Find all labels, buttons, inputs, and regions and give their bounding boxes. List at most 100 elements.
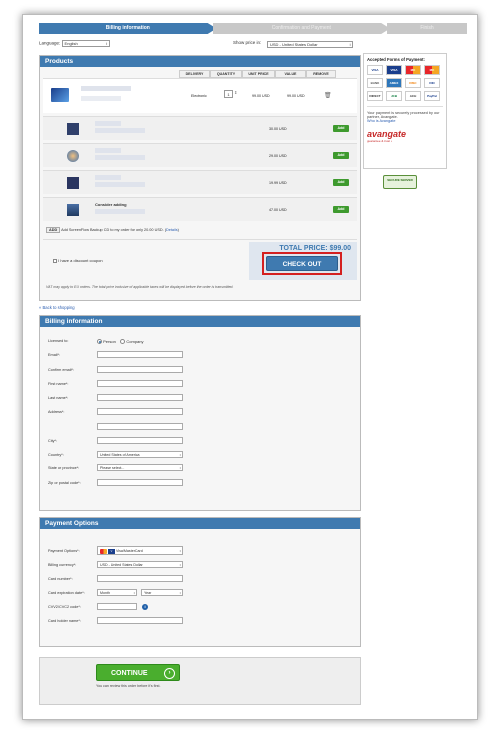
payment-options-label: Payment Options*: — [48, 549, 80, 553]
upsell-price: 47.00 USD — [269, 208, 287, 212]
trash-icon[interactable]: 🗑 — [324, 92, 332, 99]
backup-add-button[interactable]: ADD — [46, 227, 61, 233]
discover-icon: DISC — [405, 78, 421, 88]
product-delivery: Electronic — [191, 94, 207, 98]
product-name — [81, 86, 131, 91]
product-icon — [51, 88, 69, 102]
upsell-desc — [95, 209, 145, 214]
state-select[interactable]: Please select... — [97, 464, 183, 471]
products-section: Products DELIVERY QUANTITY UNIT PRICE VA… — [39, 55, 361, 301]
secure-server-seal: SECURE SERVER — [383, 175, 417, 189]
person-radio[interactable] — [97, 339, 102, 345]
payment-title: Payment Options — [40, 518, 360, 529]
who-is-avangate-link[interactable]: Who is Avangate — [367, 119, 443, 123]
upsell-desc — [95, 155, 145, 160]
bank-icon: BANK — [367, 78, 383, 88]
upsell-price: 29.00 USD — [269, 154, 287, 158]
seal-label: SECURE SERVER — [387, 178, 413, 182]
currency-select[interactable]: USD - United States Dollar — [267, 41, 353, 48]
jcb-icon: JCB — [386, 91, 402, 101]
accepted-payments-title: Accepted Forms of Payment: — [367, 57, 425, 62]
add-label: Add — [337, 153, 345, 157]
avangate-tagline: guarantee & trust • — [367, 139, 392, 143]
step-billing: Billing information — [39, 23, 217, 34]
checkout-page: Billing information Confirmation and Pay… — [22, 14, 478, 720]
checkout-highlight: CHECK OUT — [262, 252, 342, 275]
quantity-input[interactable]: 1 — [224, 90, 233, 98]
upsell-title — [95, 148, 121, 153]
vat-note: VAT may apply to EU orders. The total pr… — [46, 285, 234, 289]
address-label: Address*: — [48, 410, 65, 414]
checkout-button[interactable]: CHECK OUT — [266, 256, 338, 271]
add-button[interactable]: Add — [333, 125, 349, 132]
address-line2-field[interactable] — [97, 423, 183, 430]
discount-row: I have a discount coupon — [53, 258, 103, 263]
total-price: TOTAL PRICE: $99.00 — [279, 245, 351, 252]
last-name-field[interactable] — [97, 394, 183, 401]
add-button[interactable]: Add — [333, 152, 349, 159]
first-name-label: First name*: — [48, 382, 69, 386]
continue-area: CONTINUE › You can review this order bef… — [39, 657, 361, 705]
ach-icon: ACH — [405, 91, 421, 101]
visa-icon: V — [108, 548, 115, 554]
language-select[interactable]: English — [61, 40, 110, 47]
payment-cards: VISA VISA MC MC BANK AMEX DISC DIN DIREC… — [367, 65, 443, 101]
month-select[interactable]: Month — [97, 589, 137, 596]
continue-button[interactable]: CONTINUE › — [96, 664, 180, 681]
info-icon[interactable]: i — [142, 604, 148, 610]
maestro-icon: MC — [424, 65, 440, 75]
holder-label: Card holder name*: — [48, 619, 81, 623]
visa-card-icon: VISA — [367, 65, 383, 75]
avangate-logo: avangate — [367, 129, 407, 139]
add-label: Add — [337, 180, 345, 184]
direct-debit-icon: DIRECT — [367, 91, 383, 101]
col-delivery: DELIVERY — [179, 70, 210, 78]
confirm-email-label: Confirm email*: — [48, 368, 74, 372]
discount-label: I have a discount coupon — [58, 258, 103, 263]
continue-label: CONTINUE — [111, 670, 148, 677]
backup-close: ) — [177, 228, 179, 232]
details-link[interactable]: Details — [166, 228, 178, 232]
company-radio[interactable] — [120, 339, 126, 345]
licensed-label: Licensed to: — [48, 339, 69, 343]
country-select[interactable]: United States of America — [97, 451, 183, 458]
totals-area: I have a discount coupon TOTAL PRICE: $9… — [43, 239, 357, 280]
holder-field[interactable] — [97, 617, 183, 624]
upsell-title — [95, 175, 121, 180]
back-to-shopping-link[interactable]: « Back to shopping — [39, 305, 75, 310]
card-number-field[interactable] — [97, 575, 183, 582]
first-name-field[interactable] — [97, 380, 183, 387]
step-finish: Finish — [387, 23, 467, 34]
upsell-row: 30.00 USD Add — [43, 116, 357, 140]
mastercard-icon: MC — [405, 65, 421, 75]
quantity-stepper[interactable]: ⇕ — [234, 90, 237, 95]
backup-cd-offer: ADD Add ScreenFlow Backup CD to my order… — [46, 227, 179, 233]
continue-note: You can review this order before it's fi… — [96, 684, 161, 688]
diners-icon: DIN — [424, 78, 440, 88]
col-quantity: QUANTITY — [210, 70, 242, 78]
discount-checkbox[interactable] — [53, 258, 57, 263]
city-field[interactable] — [97, 437, 183, 444]
company-label: Company — [126, 339, 144, 344]
year-select[interactable]: Year — [141, 589, 183, 596]
address-field[interactable] — [97, 408, 183, 415]
upsell-product-icon — [67, 123, 79, 135]
zip-field[interactable] — [97, 479, 183, 486]
payment-options-select[interactable]: V Visa/MasterCard — [97, 546, 183, 555]
person-label: Person — [103, 339, 116, 344]
billing-currency-select[interactable]: USD - United States Dollar — [97, 561, 183, 568]
upsell-desc — [95, 182, 145, 187]
visa-electron-icon: VISA — [386, 65, 402, 75]
confirm-email-field[interactable] — [97, 366, 183, 373]
upsell-desc — [95, 128, 145, 133]
add-label: Add — [337, 126, 345, 130]
payment-options-value: Visa/MasterCard — [116, 549, 143, 553]
add-button[interactable]: Add — [333, 179, 349, 186]
email-field[interactable] — [97, 351, 183, 358]
security-note: Your payment is securely processed by ou… — [367, 106, 443, 119]
add-button[interactable]: Add — [333, 206, 349, 213]
upsell-title — [95, 121, 121, 126]
product-unit-price: 99.00 USD — [252, 94, 270, 98]
cvv-field[interactable] — [97, 603, 137, 610]
country-label: Country*: — [48, 453, 64, 457]
